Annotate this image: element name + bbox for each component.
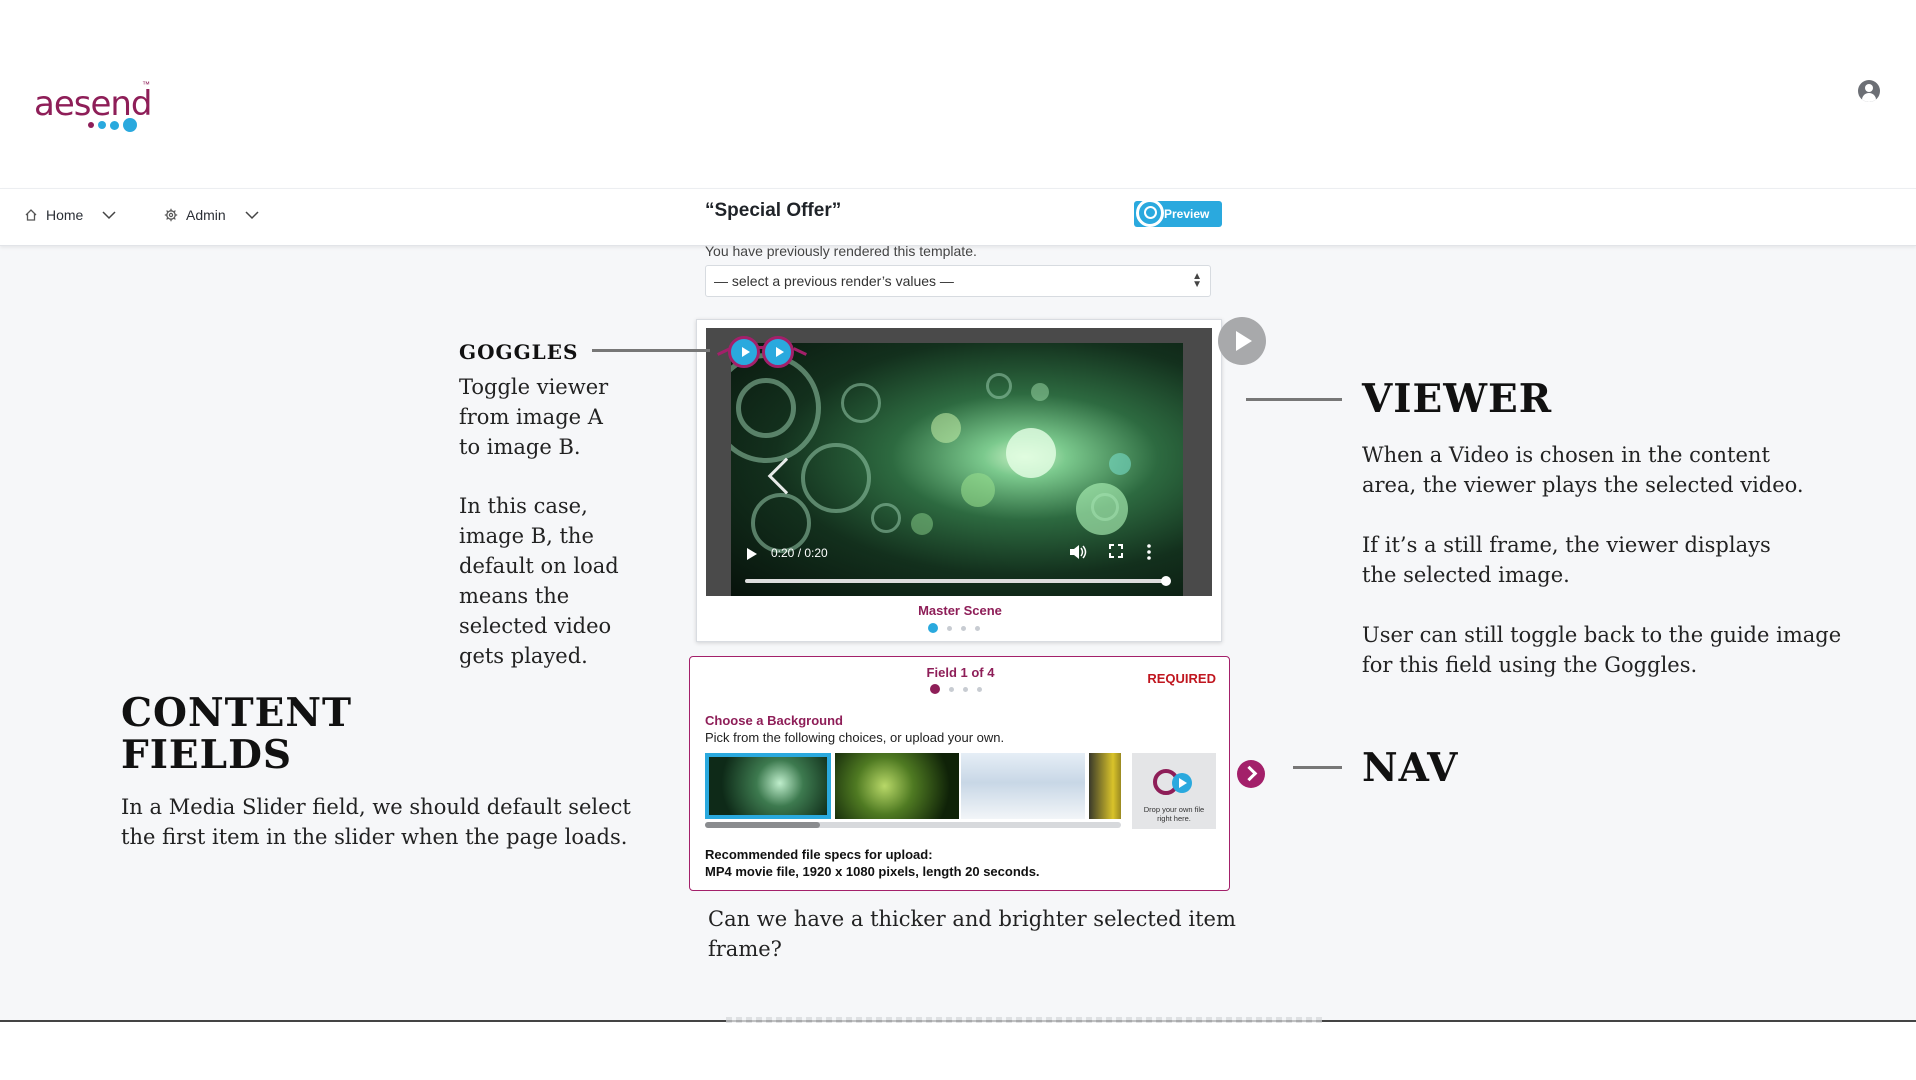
content-fields-annotation-heading: CONTENT FIELDS: [121, 690, 353, 778]
dropzone-text: Drop your own file right here.: [1143, 805, 1205, 823]
select-arrows-icon: ▲ ▼: [1192, 271, 1202, 290]
page-dot[interactable]: [975, 625, 980, 631]
aesend-logo[interactable]: aesend ™: [34, 74, 154, 136]
template-title: “Special Offer”: [705, 200, 842, 221]
logo-trademark: ™: [142, 80, 150, 89]
viewer-play-button[interactable]: [1218, 317, 1266, 365]
viewer-prev-arrow[interactable]: [767, 457, 805, 495]
nav-annotation-heading: NAV: [1362, 745, 1459, 791]
file-specs: Recommended file specs for upload: MP4 m…: [705, 846, 1040, 880]
gear-icon: [164, 208, 178, 222]
upload-dropzone[interactable]: Drop your own file right here.: [1132, 753, 1216, 829]
page-dot[interactable]: [947, 625, 952, 631]
viewer-annotation-text-3: User can still toggle back to the guide …: [1362, 623, 1842, 677]
video-controls: 0:20 / 0:20: [731, 536, 1183, 596]
goggles-lens-b-icon[interactable]: [762, 336, 794, 368]
slider-scrollbar[interactable]: [705, 822, 1121, 828]
viewer-annotation-text: When a Video is chosen in the content ar…: [1362, 443, 1804, 497]
page-dot[interactable]: [949, 686, 954, 692]
scene-pagination: [928, 623, 980, 633]
logo-dots-icon: [88, 118, 137, 132]
slider-item[interactable]: [1089, 753, 1121, 819]
nav-leader-line: [1293, 766, 1342, 769]
slider-item[interactable]: [835, 753, 959, 819]
nav-item-label: Home: [46, 207, 84, 223]
page-dot[interactable]: [963, 686, 968, 692]
scene-label: Master Scene: [918, 603, 1002, 618]
page-dot-active[interactable]: [928, 623, 938, 633]
field-title: Choose a Background: [705, 713, 843, 728]
content-fields-annotation-text: In a Media Slider field, we should defau…: [121, 795, 631, 849]
footer-fade: [726, 1017, 1322, 1023]
select-value: — select a previous render’s values —: [714, 273, 954, 289]
play-icon[interactable]: [747, 548, 757, 560]
frame-feedback-note: Can we have a thicker and brighter selec…: [708, 907, 1236, 961]
fullscreen-icon[interactable]: [1109, 544, 1123, 561]
viewer-annotation-text-2: If it’s a still frame, the viewer displa…: [1362, 533, 1771, 587]
previous-render-note: You have previously rendered this templa…: [705, 243, 977, 259]
video-time: 0:20 / 0:20: [771, 546, 828, 560]
viewer-next-arrow[interactable]: [1173, 457, 1183, 495]
home-icon: [25, 209, 37, 221]
video-progress-bar[interactable]: [745, 576, 1171, 586]
user-account-icon[interactable]: [1858, 80, 1880, 102]
nav-item-admin[interactable]: Admin: [164, 207, 260, 223]
volume-icon[interactable]: [1069, 544, 1087, 563]
viewer-leader-line: [1246, 398, 1342, 401]
nav-item-label: Admin: [186, 207, 226, 223]
media-slider[interactable]: [705, 753, 1121, 819]
goggles-annotation-text-2: In this case, image B, the default on lo…: [459, 494, 619, 668]
goggles-toggle[interactable]: [717, 336, 817, 370]
viewer-annotation-heading: VIEWER: [1362, 376, 1553, 422]
scrollbar-thumb[interactable]: [705, 822, 820, 828]
page-dot[interactable]: [961, 625, 966, 631]
preview-button[interactable]: Preview: [1134, 199, 1222, 227]
goggles-lens-a-icon[interactable]: [728, 336, 760, 368]
video-player[interactable]: 0:20 / 0:20: [731, 343, 1183, 596]
goggles-annotation-heading: GOGGLES: [459, 340, 579, 364]
main-nav: Home Admin: [0, 188, 1916, 246]
previous-render-select[interactable]: — select a previous render’s values — ▲ ▼: [705, 265, 1211, 297]
preview-label: Preview: [1164, 207, 1210, 221]
goggles-leader-line: [592, 349, 710, 352]
next-field-button[interactable]: [1237, 760, 1265, 788]
nav-item-home[interactable]: Home: [24, 207, 117, 223]
slider-item-selected[interactable]: [705, 753, 831, 819]
magnifier-icon: [1136, 199, 1164, 227]
field-pagination: [930, 684, 982, 694]
slider-item[interactable]: [961, 753, 1085, 819]
page-dot-active[interactable]: [930, 684, 940, 694]
specs-detail: MP4 movie file, 1920 x 1080 pixels, leng…: [705, 864, 1040, 879]
required-badge: REQUIRED: [1147, 671, 1216, 686]
chevron-down-icon: [245, 211, 259, 220]
more-options-icon[interactable]: [1147, 544, 1151, 563]
app-header: aesend ™: [0, 58, 1916, 188]
goggles-annotation-text: Toggle viewer from image A to image B.: [459, 375, 609, 459]
page-dot[interactable]: [977, 686, 982, 692]
chevron-down-icon: [102, 211, 116, 220]
field-subtitle: Pick from the following choices, or uplo…: [705, 730, 1005, 745]
content-field-panel: Field 1 of 4 REQUIRED Choose a Backgroun…: [689, 656, 1230, 891]
progress-knob[interactable]: [1161, 576, 1171, 586]
specs-heading: Recommended file specs for upload:: [705, 847, 933, 862]
